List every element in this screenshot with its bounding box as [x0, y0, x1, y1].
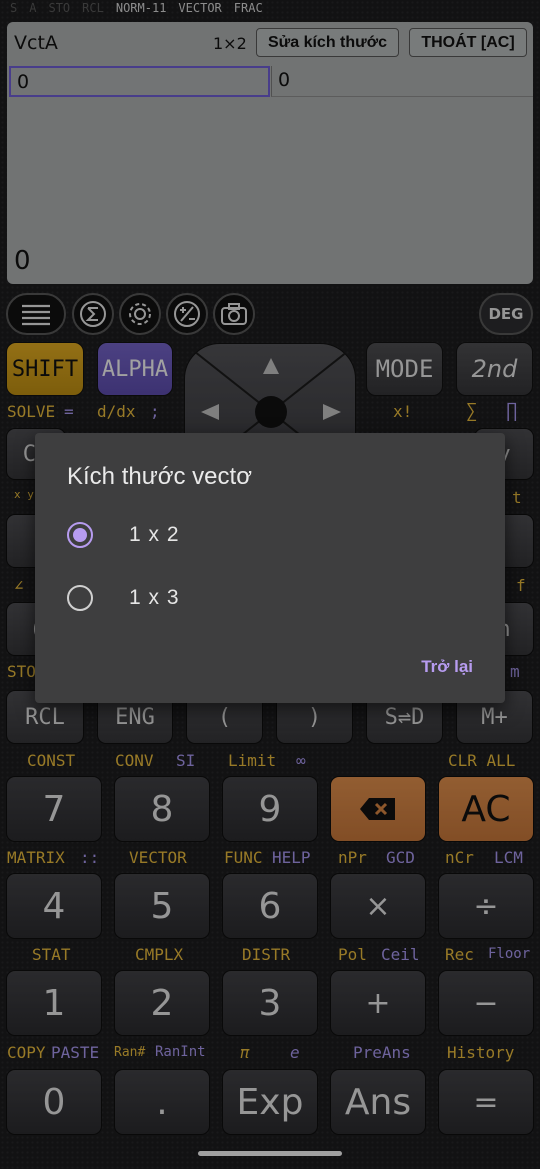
option-1x2[interactable]: 1 x 2 [67, 515, 180, 555]
back-button[interactable]: Trở lại [421, 657, 473, 677]
radio-selected-icon[interactable] [67, 522, 93, 548]
option-label: 1 x 2 [129, 523, 180, 546]
vector-size-dialog: Kích thước vectơ 1 x 2 1 x 3 Trở lại [35, 433, 505, 703]
dialog-title: Kích thước vectơ [67, 463, 252, 490]
radio-unselected-icon[interactable] [67, 585, 93, 611]
option-1x3[interactable]: 1 x 3 [67, 578, 180, 618]
option-label: 1 x 3 [129, 586, 180, 609]
